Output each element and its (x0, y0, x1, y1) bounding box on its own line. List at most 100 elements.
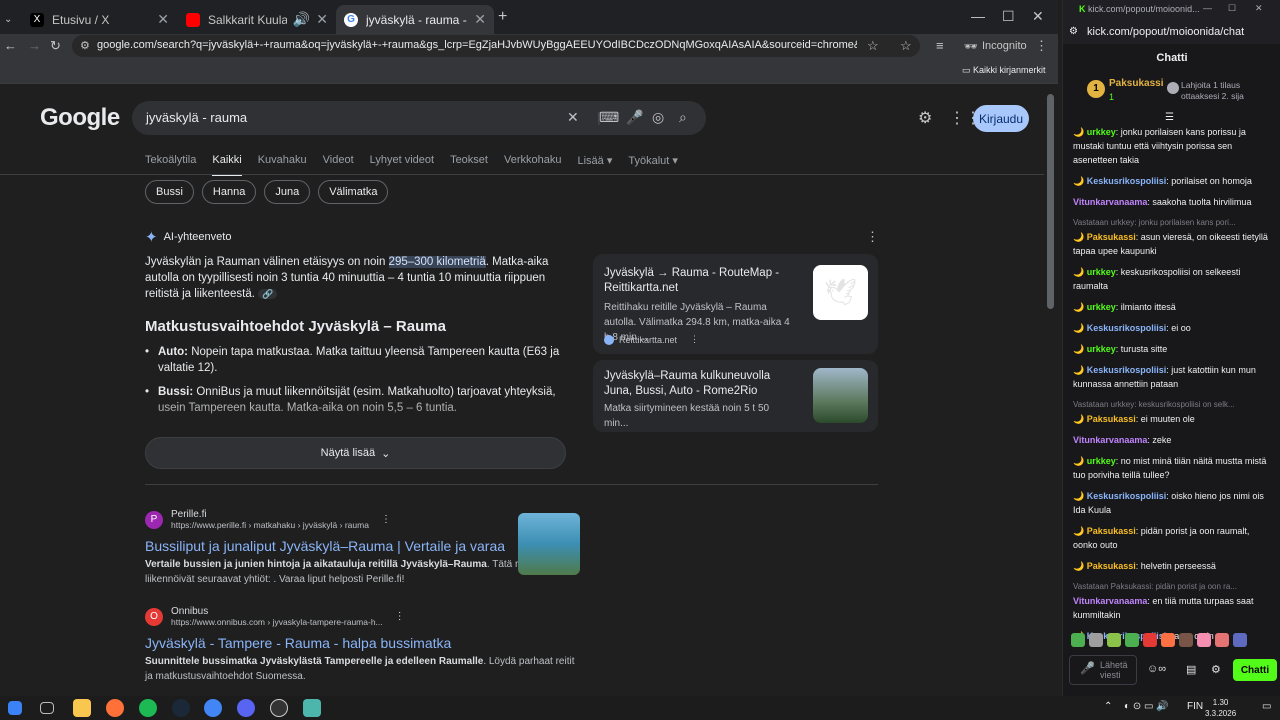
tab-web[interactable]: Verkkohaku (504, 154, 561, 176)
result-thumbnail[interactable] (518, 513, 580, 575)
emote-icon[interactable] (1089, 633, 1103, 647)
chat-username[interactable]: Paksukassi (1087, 561, 1136, 571)
chat-username[interactable]: urkkey (1087, 302, 1116, 312)
tab-ai-mode[interactable]: Tekoälytila (145, 154, 196, 176)
chat-username[interactable]: Paksukassi (1087, 414, 1136, 424)
tab-x[interactable]: X Etusivu / X ✕ (22, 5, 177, 34)
clear-icon[interactable]: ✕ (567, 109, 579, 126)
menu-icon[interactable]: ⋮ (1035, 38, 1048, 54)
all-bookmarks-button[interactable]: ▭ Kaikki kirjanmerkit (962, 65, 1046, 76)
emote-icon[interactable] (1179, 633, 1193, 647)
search-box[interactable]: jyväskylä - rauma ✕ | ⌨ 🎤 ◎ ⌕ (132, 101, 706, 135)
microphone-icon[interactable]: 🎤 (626, 109, 643, 126)
chat-username[interactable]: Vitunkarvanaama (1073, 435, 1147, 445)
window-close-icon[interactable]: ✕ (1032, 8, 1044, 25)
chip-hanna[interactable]: Hanna (201, 180, 257, 204)
chat-username[interactable]: Vitunkarvanaama (1073, 197, 1147, 207)
chat-username[interactable]: urkkey (1087, 344, 1116, 354)
chip-bussi[interactable]: Bussi (145, 180, 194, 204)
close-icon[interactable]: ✕ (474, 11, 486, 28)
emote-icon[interactable] (1215, 633, 1229, 647)
emote-icon[interactable] (1071, 633, 1085, 647)
chat-input[interactable]: 🎤 Lähetä viesti (1069, 655, 1137, 685)
chat-username[interactable]: Vitunkarvanaama (1073, 596, 1147, 606)
chat-username[interactable]: urkkey (1087, 456, 1116, 466)
new-tab-button[interactable]: + (498, 8, 507, 26)
firefox-icon[interactable] (106, 699, 124, 717)
result-title[interactable]: Jyväskylä - Tampere - Rauma - halpa buss… (145, 635, 585, 651)
tray-chevron-icon[interactable]: ⌃ (1104, 701, 1112, 712)
card-title[interactable]: Jyväskylä–Rauma kulkuneuvolla Juna, Buss… (604, 369, 789, 399)
close-icon[interactable]: ✕ (316, 11, 328, 28)
chip-juna[interactable]: Juna (264, 180, 311, 204)
google-logo[interactable]: Google (40, 104, 120, 132)
task-view-icon[interactable] (40, 702, 54, 714)
tab-videos[interactable]: Videot (323, 154, 354, 176)
card-title[interactable]: Jyväskylä → Rauma - RouteMap - Reittikar… (604, 266, 789, 296)
emote-icon[interactable] (1197, 633, 1211, 647)
app-icon[interactable] (303, 699, 321, 717)
card-source[interactable]: Reittikartta.net ⋮ (604, 334, 699, 345)
tab-books[interactable]: Teokset (450, 154, 488, 176)
reply-context[interactable]: Vastataan Paksukassi: pidän porist ja oo… (1073, 580, 1273, 594)
windows-start-icon[interactable] (8, 701, 22, 715)
chat-username[interactable]: urkkey (1087, 267, 1116, 277)
discord-icon[interactable] (237, 699, 255, 717)
window-close-icon[interactable]: ✕ (1255, 3, 1263, 14)
file-explorer-icon[interactable] (73, 699, 91, 717)
back-icon[interactable]: ← (4, 38, 17, 53)
show-more-button[interactable]: Näytä lisää ⌄ (145, 437, 566, 469)
tab-more[interactable]: Lisää ▾ (577, 154, 612, 176)
search-input[interactable]: jyväskylä - rauma (146, 110, 247, 125)
close-icon[interactable]: ✕ (157, 11, 169, 28)
search-icon[interactable]: ⌕ (679, 109, 687, 126)
settings-icon[interactable]: ⚙ (1211, 663, 1221, 676)
signin-button[interactable]: Kirjaudu (973, 105, 1029, 132)
tab-youtube[interactable]: Salkkarit Kuulat ja kiristäjä 🔊 ✕ (178, 5, 336, 34)
ai-source-card[interactable]: Jyväskylä → Rauma - RouteMap - Reittikar… (593, 254, 878, 354)
more-options-icon[interactable]: ⋮ (381, 514, 391, 525)
settings-icon[interactable]: ⚙ (918, 108, 932, 128)
reply-context[interactable]: Vastataan urkkey: keskusrikospoliisi on … (1073, 398, 1273, 412)
pin-icon[interactable]: ☰ (1165, 112, 1174, 123)
tab-tools[interactable]: Työkalut ▾ (628, 154, 678, 176)
clock[interactable]: 1.30 3.3.2026 (1205, 696, 1236, 719)
tab-images[interactable]: Kuvahaku (258, 154, 307, 176)
tab-google[interactable]: G jyväskylä - rauma - Google-hak ✕ (336, 5, 494, 34)
forward-icon[interactable]: → (28, 38, 41, 53)
link-icon[interactable]: 🔗 (258, 289, 278, 299)
emote-picker-icon[interactable]: ☺∞ (1147, 663, 1166, 675)
kick-url-text[interactable]: kick.com/popout/moioonida/chat (1087, 26, 1244, 38)
reload-icon[interactable]: ↻ (50, 38, 61, 54)
steam-icon[interactable] (172, 699, 190, 717)
minimize-icon[interactable]: — (971, 8, 985, 24)
chrome-icon[interactable] (204, 699, 222, 717)
send-chat-button[interactable]: Chatti (1233, 659, 1277, 681)
emote-icon[interactable] (1107, 633, 1121, 647)
gifter-name[interactable]: Paksukassi (1109, 78, 1164, 89)
maximize-icon[interactable]: ☐ (1002, 8, 1015, 25)
incognito-badge[interactable]: 🕶 Incognito (964, 40, 1027, 53)
chip-valimatka[interactable]: Välimatka (318, 180, 389, 204)
chat-username[interactable]: Keskusrikospoliisi (1087, 323, 1167, 333)
more-options-icon[interactable]: ⋮ (866, 229, 879, 245)
result-source[interactable]: O Onnibus https://www.onnibus.com › jyva… (145, 606, 585, 627)
tray-icons[interactable]: ◐ ⊙ ▭ 🔊 (1124, 701, 1169, 712)
star-icon[interactable]: ☆ (867, 38, 879, 54)
media-icon[interactable]: ≡ (936, 38, 944, 53)
spotify-icon[interactable] (139, 699, 157, 717)
reply-context[interactable]: Vastataan urkkey: jonku porilaisen kans … (1073, 216, 1273, 230)
emote-icon[interactable] (1143, 633, 1157, 647)
bird-thumbnail[interactable]: 🕊 (813, 265, 868, 320)
chat-username[interactable]: Keskusrikospoliisi (1087, 491, 1167, 501)
microphone-icon[interactable]: 🎤 (1080, 662, 1095, 674)
scrollbar-thumb[interactable] (1047, 94, 1054, 309)
language-indicator[interactable]: FIN (1187, 701, 1203, 712)
notification-icon[interactable]: ▭ (1262, 701, 1271, 712)
ai-source-card[interactable]: Jyväskylä–Rauma kulkuneuvolla Juna, Buss… (593, 360, 878, 432)
more-options-icon[interactable]: ⋮ (395, 611, 405, 622)
app-icon[interactable] (270, 699, 288, 717)
site-info-icon[interactable]: ⚙ (1069, 26, 1078, 37)
emote-icon[interactable] (1233, 633, 1247, 647)
maximize-icon[interactable]: ☐ (1228, 3, 1236, 14)
